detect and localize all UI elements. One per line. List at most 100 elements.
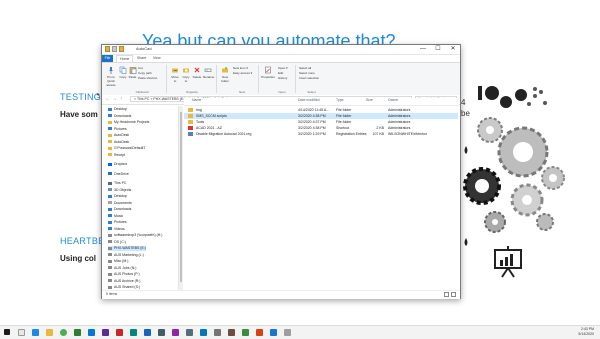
column-header-date[interactable]: Date modified [298, 98, 320, 102]
new-item-button[interactable]: New item ▾ [233, 66, 248, 70]
app-icon[interactable] [228, 329, 235, 336]
properties-button[interactable]: Properties [261, 66, 275, 79]
copy-to-button[interactable]: Copy to [181, 66, 191, 83]
nav-item[interactable]: AutoDesk [108, 133, 129, 138]
powerpoint-icon[interactable] [116, 329, 123, 336]
back-arrow-icon[interactable]: ← [105, 96, 110, 102]
pin-quick-access-button[interactable]: Pin to Quick access [104, 66, 118, 87]
app-icon[interactable] [242, 329, 249, 336]
outlook-icon[interactable] [88, 329, 95, 336]
app-icon[interactable] [214, 329, 221, 336]
maximize-button[interactable]: ☐ [431, 45, 445, 54]
large-icons-view-icon[interactable] [451, 292, 456, 297]
nav-item[interactable]: Pictures [108, 220, 127, 225]
nav-item[interactable]: Pictures [108, 127, 127, 132]
ribbon-tabs: File Home Share View [102, 55, 460, 62]
nav-item[interactable]: Documents [108, 201, 132, 206]
nav-item[interactable]: 3D Objects [108, 188, 131, 193]
file-name: Disable Migration Autocad 2021.reg [196, 132, 252, 136]
history-button[interactable]: History [278, 76, 287, 80]
nav-item[interactable]: OneDrive [108, 172, 129, 177]
copy-button[interactable]: Copy [119, 66, 127, 79]
easy-access-button[interactable]: Easy access ▾ [233, 71, 252, 75]
app-icon[interactable] [130, 329, 137, 336]
word-icon[interactable] [144, 329, 151, 336]
onenote-icon[interactable] [172, 329, 179, 336]
nav-item[interactable]: Recept [108, 153, 125, 158]
rename-button[interactable]: Rename [203, 66, 214, 79]
nav-item[interactable]: Videos [108, 227, 125, 232]
remote-desktop-icon[interactable] [200, 329, 207, 336]
nav-item[interactable]: My Headnone Projects [108, 120, 149, 125]
app-icon[interactable] [284, 329, 291, 336]
new-folder-button[interactable]: New folder [220, 66, 230, 83]
nav-item[interactable]: AUS Archive (R:) [108, 279, 140, 284]
nav-item[interactable]: Desktop [108, 107, 127, 112]
quick-access-new-folder-icon[interactable] [119, 46, 124, 52]
select-none-button[interactable]: Select none [299, 71, 315, 75]
nav-item[interactable]: This PC [108, 181, 126, 186]
nav-item[interactable]: softwaredrop3 (\\corpweb\) (H:) [108, 233, 162, 238]
file-row[interactable]: Disable Migration Autocad 2021.reg 3/2/20… [184, 131, 458, 137]
copy-path-button[interactable]: Copy path [138, 71, 152, 75]
nav-item[interactable]: AUS Marketing (L:) [108, 253, 144, 258]
paste-shortcut-button[interactable]: Paste shortcut [138, 76, 157, 80]
move-to-button[interactable]: Move to [170, 66, 180, 83]
forward-arrow-icon[interactable]: → [112, 96, 117, 102]
minimize-button[interactable]: — [416, 45, 430, 54]
tab-home[interactable]: Home [116, 55, 134, 62]
nav-item[interactable]: AUS Jobs (N:) [108, 266, 136, 271]
nav-item[interactable]: Downloads [108, 207, 131, 212]
close-button[interactable]: ✕ [446, 45, 460, 54]
invert-selection-button[interactable]: Invert selection [299, 76, 319, 80]
column-header-type[interactable]: Type [336, 98, 344, 102]
cut-button[interactable]: Cut [138, 66, 143, 70]
nav-item[interactable]: GY*assocs\DefaultT [108, 146, 146, 151]
nav-item[interactable]: Dropbox [108, 162, 127, 167]
nav-item[interactable]: AutoDesk [108, 140, 129, 145]
teams-icon[interactable] [102, 329, 109, 336]
paste-button[interactable]: Paste [128, 66, 137, 79]
tab-view[interactable]: View [150, 55, 164, 62]
column-header-name[interactable]: Name [192, 98, 201, 102]
file-explorer-icon[interactable] [46, 329, 53, 336]
app-icon[interactable] [270, 329, 277, 336]
nav-item[interactable]: Music [108, 214, 123, 219]
delete-button[interactable]: Delete [192, 66, 202, 79]
column-header-size[interactable]: Size [366, 98, 373, 102]
app-icon[interactable] [256, 329, 263, 336]
gear-top-icon [477, 117, 503, 143]
nav-item[interactable]: Misc (M:) [108, 259, 128, 264]
up-arrow-icon[interactable]: ↑ [120, 96, 123, 102]
column-header-owner[interactable]: Owner [388, 98, 398, 102]
settings-icon[interactable] [186, 329, 193, 336]
title-bar[interactable]: AutoCad — ☐ ✕ [102, 45, 460, 55]
nav-item[interactable]: OS (C:) [108, 240, 126, 245]
details-view-icon[interactable] [444, 292, 449, 297]
nav-item[interactable]: PHX-WASTEBS (E:) [108, 246, 146, 251]
terminal-icon[interactable] [158, 329, 165, 336]
nav-scrollbar-thumb[interactable] [180, 112, 182, 282]
tab-share[interactable]: Share [134, 55, 149, 62]
nav-item[interactable]: Desktop [108, 194, 127, 199]
excel-icon[interactable] [74, 329, 81, 336]
drop-icon [464, 238, 468, 246]
clipboard-group-label: Clipboard [135, 90, 149, 94]
select-all-button[interactable]: Select all [299, 66, 311, 70]
chrome-icon[interactable] [60, 329, 67, 336]
tab-file[interactable]: File [102, 55, 113, 62]
system-clock[interactable]: 2:43 PM 5/14/2020 [578, 327, 594, 337]
ribbon-separator [216, 65, 217, 93]
quick-access-properties-icon[interactable] [112, 46, 117, 52]
folder-icon [108, 162, 112, 166]
edge-icon[interactable] [32, 329, 39, 336]
start-icon[interactable] [4, 329, 10, 335]
open-button[interactable]: Open ▾ [278, 66, 288, 70]
drive-icon [108, 246, 112, 250]
edit-button[interactable]: Edit [278, 71, 283, 75]
search-icon[interactable] [18, 329, 25, 336]
file-explorer-window[interactable]: AutoCad — ☐ ✕ File Home Share View Pin t… [101, 44, 461, 299]
nav-item[interactable]: AUS Photos (P:) [108, 272, 140, 277]
nav-item[interactable]: Downloads [108, 114, 131, 119]
nav-scrollbar[interactable] [179, 106, 183, 290]
